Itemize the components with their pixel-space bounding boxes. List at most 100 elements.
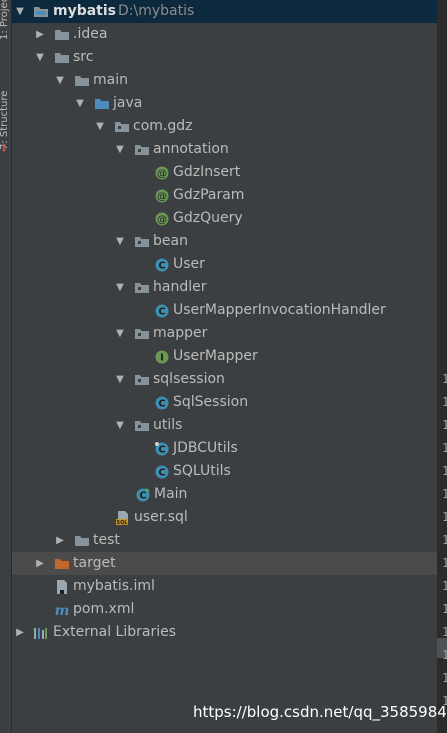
tree-label: GdzInsert	[173, 164, 241, 180]
tree-label: sqlsession	[153, 371, 225, 387]
tree-row-target[interactable]: ▶ target	[12, 552, 437, 575]
tree-label: GdzParam	[173, 187, 245, 203]
tree-row-gdz-param[interactable]: @ GdzParam	[12, 184, 437, 207]
tree-row-test[interactable]: ▶ test	[12, 529, 437, 552]
chevron-down-icon[interactable]: ▼	[114, 322, 126, 345]
chevron-down-icon[interactable]: ▼	[114, 276, 126, 299]
package-icon	[134, 326, 150, 342]
svg-text:C: C	[139, 491, 146, 502]
tree-row-project-root[interactable]: ▼ mybatis D:\mybatis	[12, 0, 437, 23]
tree-row-pom-xml[interactable]: m pom.xml	[12, 598, 437, 621]
chevron-down-icon[interactable]: ▼	[74, 92, 86, 115]
tab-structure[interactable]: 7: Structure	[0, 70, 12, 150]
chevron-down-icon[interactable]: ▼	[114, 138, 126, 161]
class-icon: C	[154, 395, 170, 411]
tree-label: target	[73, 555, 116, 571]
package-icon	[134, 142, 150, 158]
tree-row-user[interactable]: C User	[12, 253, 437, 276]
line-number: 1	[442, 648, 447, 662]
maven-icon: m	[54, 602, 70, 618]
tree-label: UserMapper	[173, 348, 258, 364]
line-number: 1	[442, 487, 447, 501]
tree-label: src	[73, 49, 94, 65]
svg-text:C: C	[158, 399, 165, 410]
source-folder-icon	[94, 96, 110, 112]
chevron-right-icon[interactable]: ▶	[34, 23, 46, 46]
line-number: 1	[442, 372, 447, 386]
package-icon	[134, 418, 150, 434]
tree-row-user-sql[interactable]: SQL user.sql	[12, 506, 437, 529]
svg-text:m: m	[55, 603, 70, 618]
tree-row-package[interactable]: ▼ com.gdz	[12, 115, 437, 138]
tree-label: mybatis.iml	[73, 578, 155, 594]
class-icon: C	[154, 257, 170, 273]
tree-label: test	[93, 532, 120, 548]
watermark: https://blog.csdn.net/qq_35859844	[193, 703, 447, 721]
tree-row-mybatis-iml[interactable]: mybatis.iml	[12, 575, 437, 598]
tree-row-bean[interactable]: ▼ bean	[12, 230, 437, 253]
tree-row-sqlsession[interactable]: ▼ sqlsession	[12, 368, 437, 391]
line-number: 1	[442, 441, 447, 455]
tree-row-jdbc-utils[interactable]: C JDBCUtils	[12, 437, 437, 460]
structure-icon	[2, 143, 6, 152]
class-icon: C	[154, 441, 170, 457]
line-number: 1	[442, 579, 447, 593]
tree-row-mapper[interactable]: ▼ mapper	[12, 322, 437, 345]
line-number: 1	[442, 510, 447, 524]
package-icon	[114, 119, 130, 135]
tree-row-gdz-insert[interactable]: @ GdzInsert	[12, 161, 437, 184]
tree-label: Main	[154, 486, 188, 502]
chevron-right-icon[interactable]: ▶	[54, 529, 66, 552]
tab-project[interactable]: 1: Project	[0, 0, 12, 40]
tree-row-sql-utils[interactable]: C SQLUtils	[12, 460, 437, 483]
tree-row-sql-session[interactable]: C SqlSession	[12, 391, 437, 414]
chevron-down-icon[interactable]: ▼	[34, 46, 46, 69]
chevron-down-icon[interactable]: ▼	[114, 414, 126, 437]
tree-label: GdzQuery	[173, 210, 243, 226]
svg-text:C: C	[158, 261, 165, 272]
tree-label: utils	[153, 417, 183, 433]
package-icon	[134, 280, 150, 296]
tree-row-user-mapper-invocation-handler[interactable]: C UserMapperInvocationHandler	[12, 299, 437, 322]
tree-row-src[interactable]: ▼ src	[12, 46, 437, 69]
folder-icon	[74, 533, 90, 549]
tree-label: handler	[153, 279, 207, 295]
tree-label: SQLUtils	[173, 463, 231, 479]
tree-row-idea[interactable]: ▶ .idea	[12, 23, 437, 46]
tree-row-java[interactable]: ▼ java	[12, 92, 437, 115]
chevron-down-icon[interactable]: ▼	[114, 230, 126, 253]
tree-row-main[interactable]: ▼ main	[12, 69, 437, 92]
tree-row-user-mapper[interactable]: I UserMapper	[12, 345, 437, 368]
tree-row-utils[interactable]: ▼ utils	[12, 414, 437, 437]
chevron-down-icon[interactable]: ▼	[114, 368, 126, 391]
annotation-icon: @	[154, 165, 170, 181]
line-number: 1	[442, 602, 447, 616]
tree-row-annotation[interactable]: ▼ annotation	[12, 138, 437, 161]
svg-text:C: C	[158, 445, 165, 456]
chevron-right-icon[interactable]: ▶	[14, 621, 26, 644]
chevron-right-icon[interactable]: ▶	[34, 552, 46, 575]
folder-icon	[33, 4, 49, 20]
tree-row-gdz-query[interactable]: @ GdzQuery	[12, 207, 437, 230]
folder-icon	[54, 27, 70, 43]
chevron-down-icon[interactable]: ▼	[94, 115, 106, 138]
chevron-down-icon[interactable]: ▼	[54, 69, 66, 92]
tree-label: .idea	[73, 26, 108, 42]
sql-file-icon: SQL	[115, 510, 131, 526]
tree-label: com.gdz	[133, 118, 193, 134]
tree-row-main-class[interactable]: C Main	[12, 483, 437, 506]
tree-label: User	[173, 256, 205, 272]
tree-row-handler[interactable]: ▼ handler	[12, 276, 437, 299]
tree-label: pom.xml	[73, 601, 135, 617]
svg-text:@: @	[157, 215, 167, 226]
tree-label: main	[93, 72, 128, 88]
tree-label: mapper	[153, 325, 208, 341]
svg-text:SQL: SQL	[116, 520, 128, 526]
svg-text:I: I	[160, 353, 164, 364]
tree-label: user.sql	[134, 509, 188, 525]
line-number: 1	[442, 395, 447, 409]
tree-row-external-libraries[interactable]: ▶ External Libraries	[12, 621, 437, 644]
chevron-down-icon[interactable]: ▼	[14, 0, 26, 23]
svg-text:C: C	[158, 468, 165, 479]
package-icon	[134, 372, 150, 388]
